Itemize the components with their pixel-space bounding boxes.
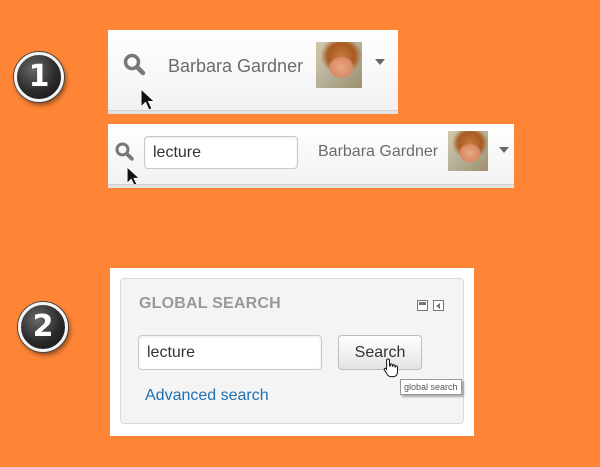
advanced-search-link[interactable]: Advanced search [145, 387, 269, 405]
hand-pointer-icon [383, 358, 398, 378]
header-search-input[interactable]: lecture [144, 136, 298, 169]
global-search-block: GLOBAL SEARCH lecture Search global sear… [120, 278, 464, 424]
global-search-card: GLOBAL SEARCH lecture Search global sear… [110, 268, 474, 436]
header-divider [108, 110, 398, 114]
user-avatar[interactable] [448, 131, 488, 171]
block-search-input[interactable]: lecture [138, 335, 322, 370]
user-menu-caret-icon[interactable] [499, 147, 509, 153]
block-title: GLOBAL SEARCH [139, 295, 281, 312]
header-bar-collapsed: Barbara Gardner [108, 30, 398, 114]
mouse-pointer-icon [140, 88, 156, 111]
user-name[interactable]: Barbara Gardner [318, 143, 438, 161]
block-search-value: lecture [147, 344, 196, 361]
search-tooltip: global search [400, 379, 462, 395]
search-button[interactable]: Search [338, 335, 422, 370]
header-search-value: lecture [153, 144, 202, 161]
block-minimize-icon[interactable] [417, 300, 428, 311]
header-bar-expanded: lecture Barbara Gardner [108, 124, 514, 188]
user-menu-caret-icon[interactable] [375, 59, 385, 65]
block-dock-icon[interactable] [433, 300, 444, 311]
step-1-badge: 1 [14, 52, 64, 102]
header-divider [108, 184, 514, 188]
search-icon[interactable] [114, 141, 136, 163]
user-avatar[interactable] [316, 42, 362, 88]
user-name[interactable]: Barbara Gardner [168, 56, 303, 77]
search-icon[interactable] [122, 52, 148, 78]
step-2-badge: 2 [18, 302, 68, 352]
